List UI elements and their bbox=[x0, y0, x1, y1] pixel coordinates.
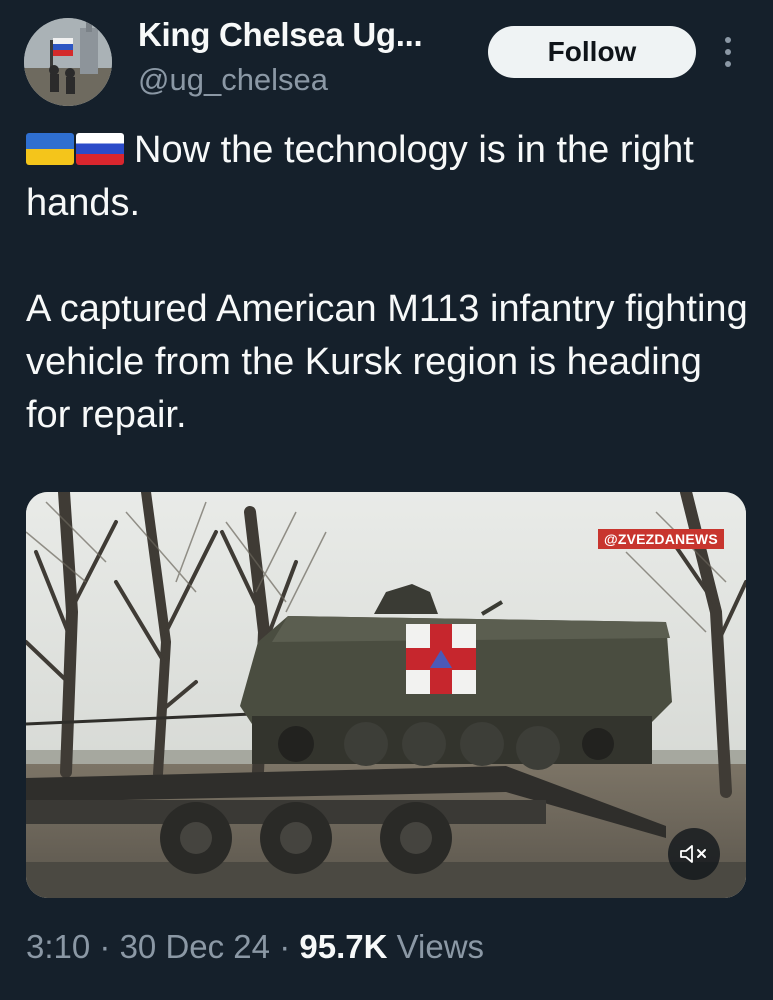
handle[interactable]: @ug_chelsea bbox=[138, 62, 328, 98]
tweet-time[interactable]: 3:10 bbox=[26, 928, 90, 965]
dot bbox=[725, 37, 731, 43]
ukraine-flag-icon bbox=[26, 133, 74, 165]
more-vertical-icon[interactable] bbox=[716, 30, 740, 74]
tweet-text: Now the technology is in the right hands… bbox=[26, 124, 756, 442]
dot bbox=[725, 49, 731, 55]
tweet-date[interactable]: 30 Dec 24 bbox=[120, 928, 270, 965]
tweet-paragraph-2: A captured American M113 infantry fighti… bbox=[26, 288, 748, 436]
russia-flag-icon bbox=[76, 133, 124, 165]
tweet-line-1: Now the technology is in the right hands… bbox=[26, 129, 694, 224]
separator: · bbox=[279, 928, 291, 965]
views-count: 95.7K bbox=[299, 928, 388, 965]
watermark-label: @ZVEZDANEWS bbox=[598, 529, 724, 549]
separator: · bbox=[99, 928, 111, 965]
follow-button[interactable]: Follow bbox=[488, 26, 696, 78]
avatar-image bbox=[24, 18, 112, 106]
video-frame bbox=[26, 492, 746, 898]
dot bbox=[725, 61, 731, 67]
views-label: Views bbox=[396, 928, 485, 965]
speaker-muted-glyph bbox=[680, 845, 706, 863]
video-player[interactable]: @ZVEZDANEWS bbox=[26, 492, 746, 898]
tweet-meta: 3:10 · 30 Dec 24 · 95.7K Views bbox=[26, 928, 484, 966]
tweet: King Chelsea Ug... @ug_chelsea Follow No… bbox=[0, 0, 773, 1000]
avatar[interactable] bbox=[24, 18, 112, 106]
display-name[interactable]: King Chelsea Ug... bbox=[138, 16, 423, 54]
tweet-paragraph-1: Now the technology is in the right hands… bbox=[26, 124, 756, 230]
volume-muted-icon[interactable] bbox=[668, 828, 720, 880]
